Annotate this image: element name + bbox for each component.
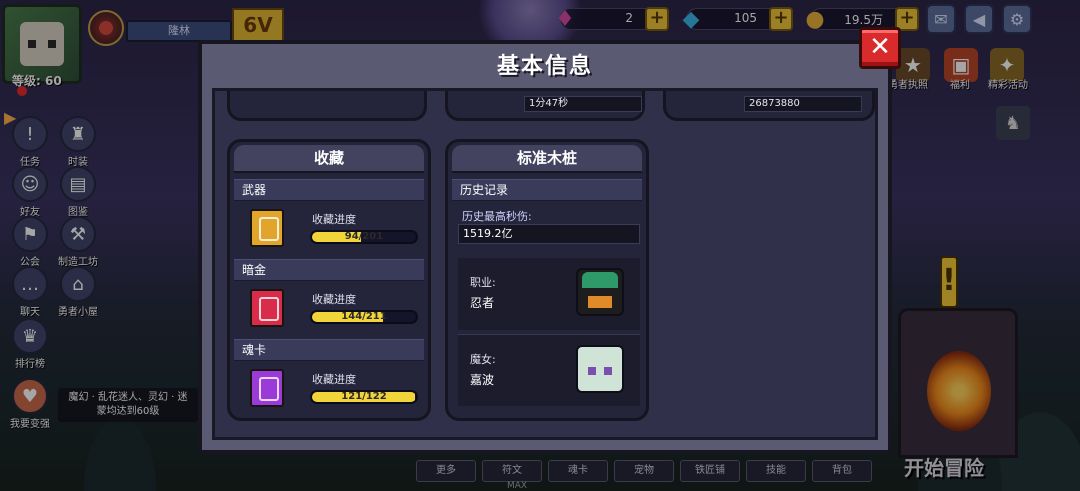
- witch-block: 魔女: 嘉波: [458, 334, 640, 406]
- score-value: 26873880: [744, 96, 862, 112]
- witch-label: 魔女:: [470, 353, 496, 366]
- info-card-partial: 26873880: [663, 91, 875, 121]
- modal-title: 基本信息: [496, 54, 593, 79]
- progress-bar: 121/122: [310, 390, 418, 404]
- info-card-partial: 1分47秒: [445, 91, 645, 121]
- witch-value: 嘉波: [470, 373, 495, 387]
- modal-content[interactable]: 1分47秒 26873880 收藏 武器 收藏进度 94/201 暗金 收藏进度: [212, 88, 878, 440]
- max-dps-value: 1519.2亿: [458, 224, 640, 244]
- basic-info-modal: 基本信息 1分47秒 26873880 收藏 武器 收藏进度 94/201 暗金: [198, 40, 892, 454]
- info-card-partial: [227, 91, 427, 121]
- section-dark-gold: 暗金: [234, 259, 424, 281]
- collection-item-soul-cards: 收藏进度 121/122: [234, 363, 424, 419]
- close-button[interactable]: ✕: [859, 27, 901, 69]
- collection-title: 收藏: [234, 145, 424, 173]
- section-weapons: 武器: [234, 179, 424, 201]
- collection-item-weapons: 收藏进度 94/201: [234, 203, 424, 259]
- progress-text: 144/211: [341, 311, 387, 322]
- time-value: 1分47秒: [524, 96, 642, 112]
- dummy-title: 标准木桩: [452, 145, 642, 173]
- progress-text: 94/201: [344, 231, 384, 242]
- max-dps-label: 历史最高秒伤:: [462, 210, 532, 223]
- ninja-portrait-icon: [576, 268, 624, 316]
- weapon-book-icon: [250, 209, 284, 247]
- collection-item-dark-gold: 收藏进度 144/211: [234, 283, 424, 339]
- class-value: 忍者: [470, 296, 495, 310]
- class-label: 职业:: [470, 276, 496, 289]
- progress-bar: 144/211: [310, 310, 418, 324]
- progress-text: 121/122: [341, 391, 387, 402]
- soul-card-book-icon: [250, 369, 284, 407]
- witch-portrait-icon: [576, 345, 624, 393]
- collection-card: 收藏 武器 收藏进度 94/201 暗金 收藏进度 144/211 魂卡 收藏进…: [227, 139, 431, 421]
- training-dummy-card: 标准木桩 历史记录 历史最高秒伤: 1519.2亿 职业: 忍者 魔女: 嘉波: [445, 139, 649, 421]
- history-section: 历史记录: [452, 179, 642, 201]
- progress-bar: 94/201: [310, 230, 418, 244]
- section-soul-cards: 魂卡: [234, 339, 424, 361]
- class-block: 职业: 忍者: [458, 258, 640, 330]
- dark-gold-book-icon: [250, 289, 284, 327]
